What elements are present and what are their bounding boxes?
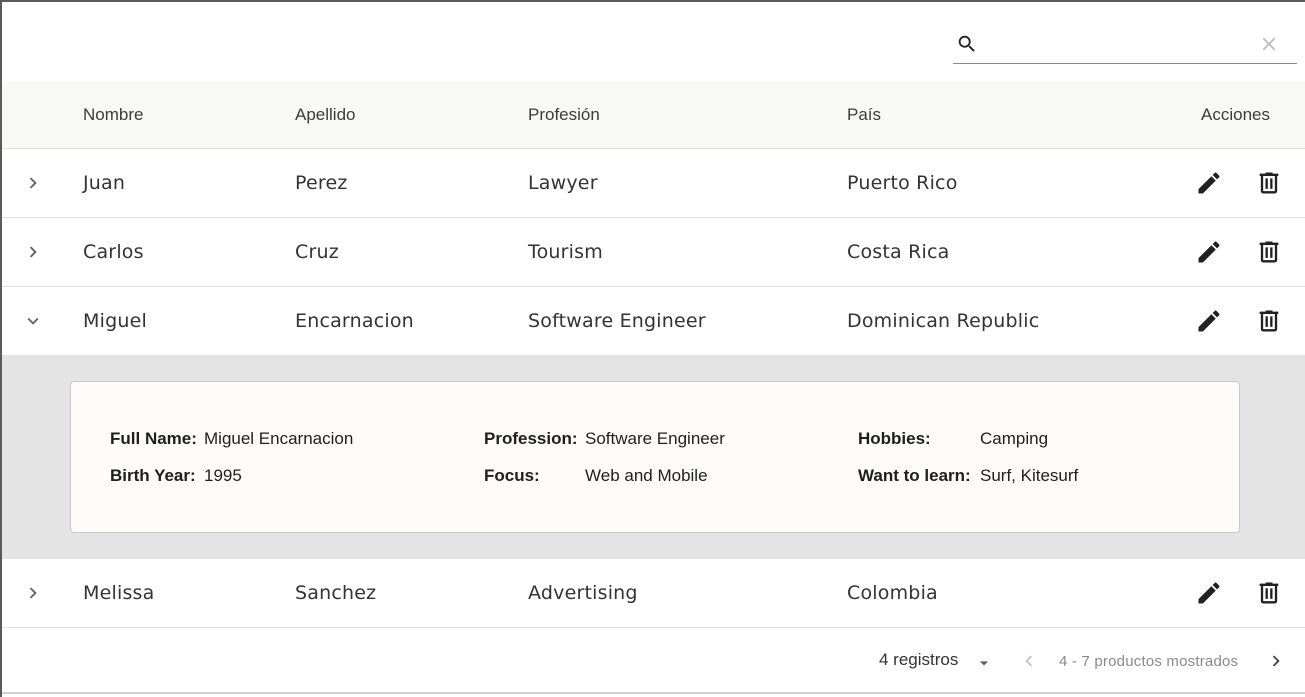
column-header-pais[interactable]: País (847, 105, 881, 125)
focus-label: Focus: (484, 466, 540, 485)
clear-search-icon[interactable] (1258, 33, 1280, 55)
expand-row-icon[interactable] (22, 582, 44, 604)
row-detail-panel: Full Name: Miguel Encarnacion Birth Year… (2, 355, 1305, 559)
cell-profesion: Tourism (528, 241, 603, 263)
cell-pais: Costa Rica (847, 241, 950, 263)
page-size-select[interactable]: 4 registros (879, 650, 958, 670)
full-name-value: Miguel Encarnacion (204, 429, 354, 448)
edit-icon[interactable] (1195, 307, 1223, 335)
want-to-learn-label: Want to learn: (858, 466, 971, 485)
table-row: Melissa Sanchez Advertising Colombia (2, 559, 1305, 628)
table-header: Nombre Apellido Profesión País Acciones (2, 81, 1305, 149)
edit-icon[interactable] (1195, 579, 1223, 607)
want-to-learn-value: Surf, Kitesurf (980, 466, 1079, 485)
profession-value: Software Engineer (585, 429, 725, 448)
birth-year-label: Birth Year: (110, 466, 196, 485)
cell-apellido: Perez (295, 172, 348, 194)
table-toolbar (2, 2, 1305, 81)
detail-card: Full Name: Miguel Encarnacion Birth Year… (70, 381, 1240, 533)
table-pagination: 4 registros 4 - 7 productos mostrados (2, 628, 1305, 694)
delete-icon[interactable] (1255, 169, 1283, 197)
cell-pais: Dominican Republic (847, 310, 1040, 332)
cell-apellido: Encarnacion (295, 310, 414, 332)
delete-icon[interactable] (1255, 238, 1283, 266)
cell-pais: Colombia (847, 582, 938, 604)
expand-row-icon[interactable] (22, 241, 44, 263)
search-bar (953, 28, 1297, 64)
column-header-nombre[interactable]: Nombre (83, 105, 143, 125)
column-header-apellido[interactable]: Apellido (295, 105, 356, 125)
table-row: Juan Perez Lawyer Puerto Rico (2, 149, 1305, 218)
dropdown-arrow-icon[interactable] (974, 653, 994, 673)
focus-value: Web and Mobile (585, 466, 708, 485)
profession-label: Profession: (484, 429, 578, 448)
cell-profesion: Lawyer (528, 172, 598, 194)
cell-apellido: Sanchez (295, 582, 377, 604)
cell-nombre: Melissa (83, 582, 155, 604)
cell-pais: Puerto Rico (847, 172, 958, 194)
delete-icon[interactable] (1255, 307, 1283, 335)
cell-profesion: Software Engineer (528, 310, 706, 332)
hobbies-value: Camping (980, 429, 1049, 448)
cell-nombre: Juan (83, 172, 126, 194)
expand-row-icon[interactable] (22, 172, 44, 194)
search-input[interactable] (987, 32, 1257, 58)
edit-icon[interactable] (1195, 169, 1223, 197)
next-page-icon[interactable] (1265, 650, 1287, 672)
cell-nombre: Miguel (83, 310, 147, 332)
cell-profesion: Advertising (528, 582, 638, 604)
hobbies-label: Hobbies: (858, 429, 931, 448)
column-header-profesion[interactable]: Profesión (528, 105, 600, 125)
birth-year-value: 1995 (204, 466, 242, 485)
search-icon[interactable] (956, 33, 978, 55)
full-name-label: Full Name: (110, 429, 197, 448)
collapse-row-icon[interactable] (22, 310, 44, 332)
cell-apellido: Cruz (295, 241, 339, 263)
column-header-acciones: Acciones (1201, 105, 1270, 124)
edit-icon[interactable] (1195, 238, 1223, 266)
delete-icon[interactable] (1255, 579, 1283, 607)
previous-page-icon[interactable] (1018, 650, 1040, 672)
table-row: Carlos Cruz Tourism Costa Rica (2, 218, 1305, 287)
page-range-label: 4 - 7 productos mostrados (1059, 653, 1239, 670)
table-row: Miguel Encarnacion Software Engineer Dom… (2, 287, 1305, 355)
cell-nombre: Carlos (83, 241, 144, 263)
